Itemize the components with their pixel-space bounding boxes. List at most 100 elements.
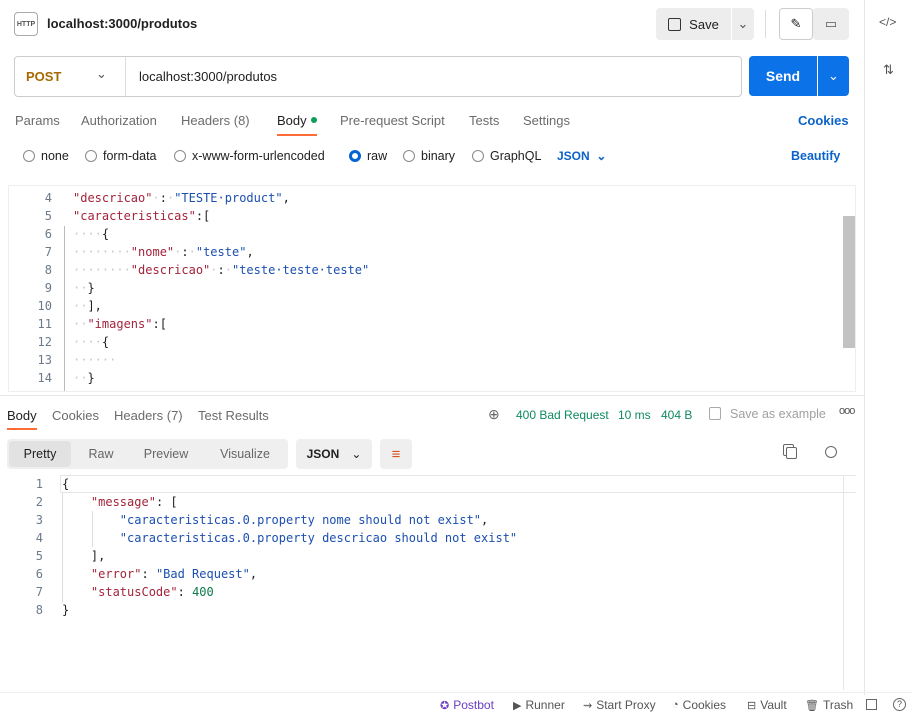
chevron-down-icon[interactable]: ⌄ — [96, 66, 107, 82]
code-line: 5 "caracteristicas":[ — [9, 207, 841, 225]
active-tab-underline — [7, 428, 37, 430]
code-token: ········ — [73, 245, 131, 259]
status-code[interactable]: 400 Bad Request — [516, 408, 609, 422]
request-title[interactable]: localhost:3000/produtos — [47, 16, 197, 31]
code-icon[interactable]: </> — [879, 15, 896, 29]
tab-body[interactable]: Body — [277, 113, 307, 128]
footer-trash[interactable]: 🗑 Trash — [805, 698, 853, 712]
tab-params[interactable]: Params — [15, 113, 60, 128]
radio-raw[interactable]: raw — [349, 149, 387, 163]
response-size[interactable]: 404 B — [661, 408, 692, 422]
view-preview[interactable]: Preview — [131, 441, 201, 467]
scrollbar[interactable] — [843, 216, 855, 348]
code-token: : — [141, 567, 156, 581]
radio-circle[interactable] — [174, 150, 186, 162]
code-text: ··} — [73, 279, 95, 297]
method-select[interactable]: POST — [26, 69, 61, 84]
footer-postbot[interactable]: ✪ Postbot — [440, 698, 494, 712]
footer-runner[interactable]: ▶ Runner — [513, 698, 565, 712]
radio-label: binary — [421, 149, 456, 163]
code-line: 3 "caracteristicas.0.property nome shoul… — [0, 511, 856, 529]
footer-start-proxy[interactable]: ⇝ Start Proxy — [583, 698, 656, 712]
trash-icon: 🗑 — [805, 699, 819, 712]
code-token: ···· — [73, 227, 102, 241]
code-token: · — [152, 191, 160, 205]
radio-circle[interactable] — [85, 150, 97, 162]
radio-binary[interactable]: binary — [403, 149, 455, 163]
tab-pre-request-script[interactable]: Pre-request Script — [340, 113, 445, 128]
code-text: "caracteristicas.0.property nome should … — [62, 511, 488, 529]
code-line: 13 ······ — [9, 351, 841, 369]
line-number: 8 — [35, 603, 43, 617]
radio-label: none — [41, 149, 69, 163]
code-text: "descricao"·:·"TESTE·product", — [73, 189, 290, 207]
code-token: · — [224, 263, 232, 277]
http-icon: HTTP — [14, 12, 38, 36]
footer-label: Vault — [760, 698, 787, 712]
send-dropdown[interactable]: ⌄ — [818, 56, 849, 96]
runner-icon: ▶ — [513, 699, 522, 712]
format-select[interactable]: JSON ⌄ — [557, 149, 606, 163]
request-body-editor[interactable]: 4 "descricao"·:·"TESTE·product", 5 "caracte… — [8, 185, 856, 392]
code-token: ], — [87, 299, 102, 313]
response-format-select[interactable]: JSON ⌄ — [296, 439, 372, 469]
radio-circle[interactable] — [23, 150, 35, 162]
save-button[interactable]: Save — [656, 8, 731, 40]
radio-graphql[interactable]: GraphQL — [472, 149, 541, 163]
tab-tests[interactable]: Tests — [469, 113, 499, 128]
footer-cookies[interactable]: ◔ Cookies — [672, 698, 726, 712]
code-token: "caracteristicas.0.property descricao sh… — [119, 531, 518, 545]
radio-none[interactable]: none — [23, 149, 69, 163]
save-label: Save — [689, 16, 719, 32]
code-token: :[ — [195, 209, 211, 223]
code-token: "TESTE·product" — [174, 191, 283, 205]
search-icon[interactable] — [825, 446, 837, 458]
code-line: 7 "statusCode": 400 — [0, 583, 856, 601]
vault-icon: ⊟ — [747, 699, 757, 712]
view-pretty[interactable]: Pretty — [9, 441, 71, 467]
line-number: 6 — [35, 567, 43, 581]
response-tab-headers-[interactable]: Headers (7) — [114, 408, 183, 423]
response-tab-cookies[interactable]: Cookies — [52, 408, 99, 423]
response-time[interactable]: 10 ms — [618, 408, 651, 422]
tab-headers-[interactable]: Headers (8) — [181, 113, 250, 128]
response-tab-body[interactable]: Body — [7, 408, 37, 423]
send-button[interactable]: Send — [749, 56, 817, 96]
code-line: 7 ········"nome"·:·"teste", — [9, 243, 841, 261]
code-token: , — [481, 513, 489, 527]
view-visualize[interactable]: Visualize — [205, 441, 285, 467]
code-token: ·· — [73, 281, 88, 295]
divider — [765, 10, 766, 38]
response-body-viewer[interactable]: 1{2 "message": [3 "caracteristicas.0.pro… — [0, 475, 856, 690]
code-token: "statusCode" — [90, 585, 178, 599]
footer-vault[interactable]: ⊟ Vault — [747, 698, 787, 712]
cookies-link[interactable]: Cookies — [798, 113, 849, 128]
response-tab-test-results[interactable]: Test Results — [198, 408, 269, 423]
code-token: } — [87, 371, 95, 385]
radio-x-www-form-urlencoded[interactable]: x-www-form-urlencoded — [174, 149, 325, 163]
tab-settings[interactable]: Settings — [523, 113, 570, 128]
help-icon[interactable]: ? — [893, 698, 906, 711]
radio-circle[interactable] — [403, 150, 415, 162]
scrollbar-track[interactable] — [843, 475, 844, 690]
radio-circle[interactable] — [472, 150, 484, 162]
tab-authorization[interactable]: Authorization — [81, 113, 157, 128]
beautify-link[interactable]: Beautify — [791, 149, 840, 163]
edit-icon[interactable]: ✎ — [779, 8, 813, 40]
code-line: 4 "descricao"·:·"TESTE·product", — [9, 189, 841, 207]
comments-icon[interactable]: ▭ — [813, 8, 849, 40]
copy-icon[interactable] — [786, 447, 797, 459]
radio-circle[interactable] — [349, 150, 361, 162]
code-text: "error": "Bad Request", — [62, 565, 257, 583]
save-dropdown[interactable]: ⌄ — [732, 8, 754, 40]
related-icon[interactable]: ⇅ — [883, 62, 894, 78]
view-raw[interactable]: Raw — [75, 441, 127, 467]
more-icon[interactable]: ooo — [839, 405, 855, 417]
radio-form-data[interactable]: form-data — [85, 149, 157, 163]
url-input[interactable]: localhost:3000/produtos — [139, 69, 277, 84]
layout-icon[interactable] — [866, 699, 877, 710]
line-number: 7 — [44, 245, 52, 259]
save-as-example-button[interactable]: Save as example — [730, 407, 826, 421]
code-line: 1{ — [0, 475, 856, 493]
wrap-lines-icon[interactable]: ≡ — [380, 439, 412, 469]
